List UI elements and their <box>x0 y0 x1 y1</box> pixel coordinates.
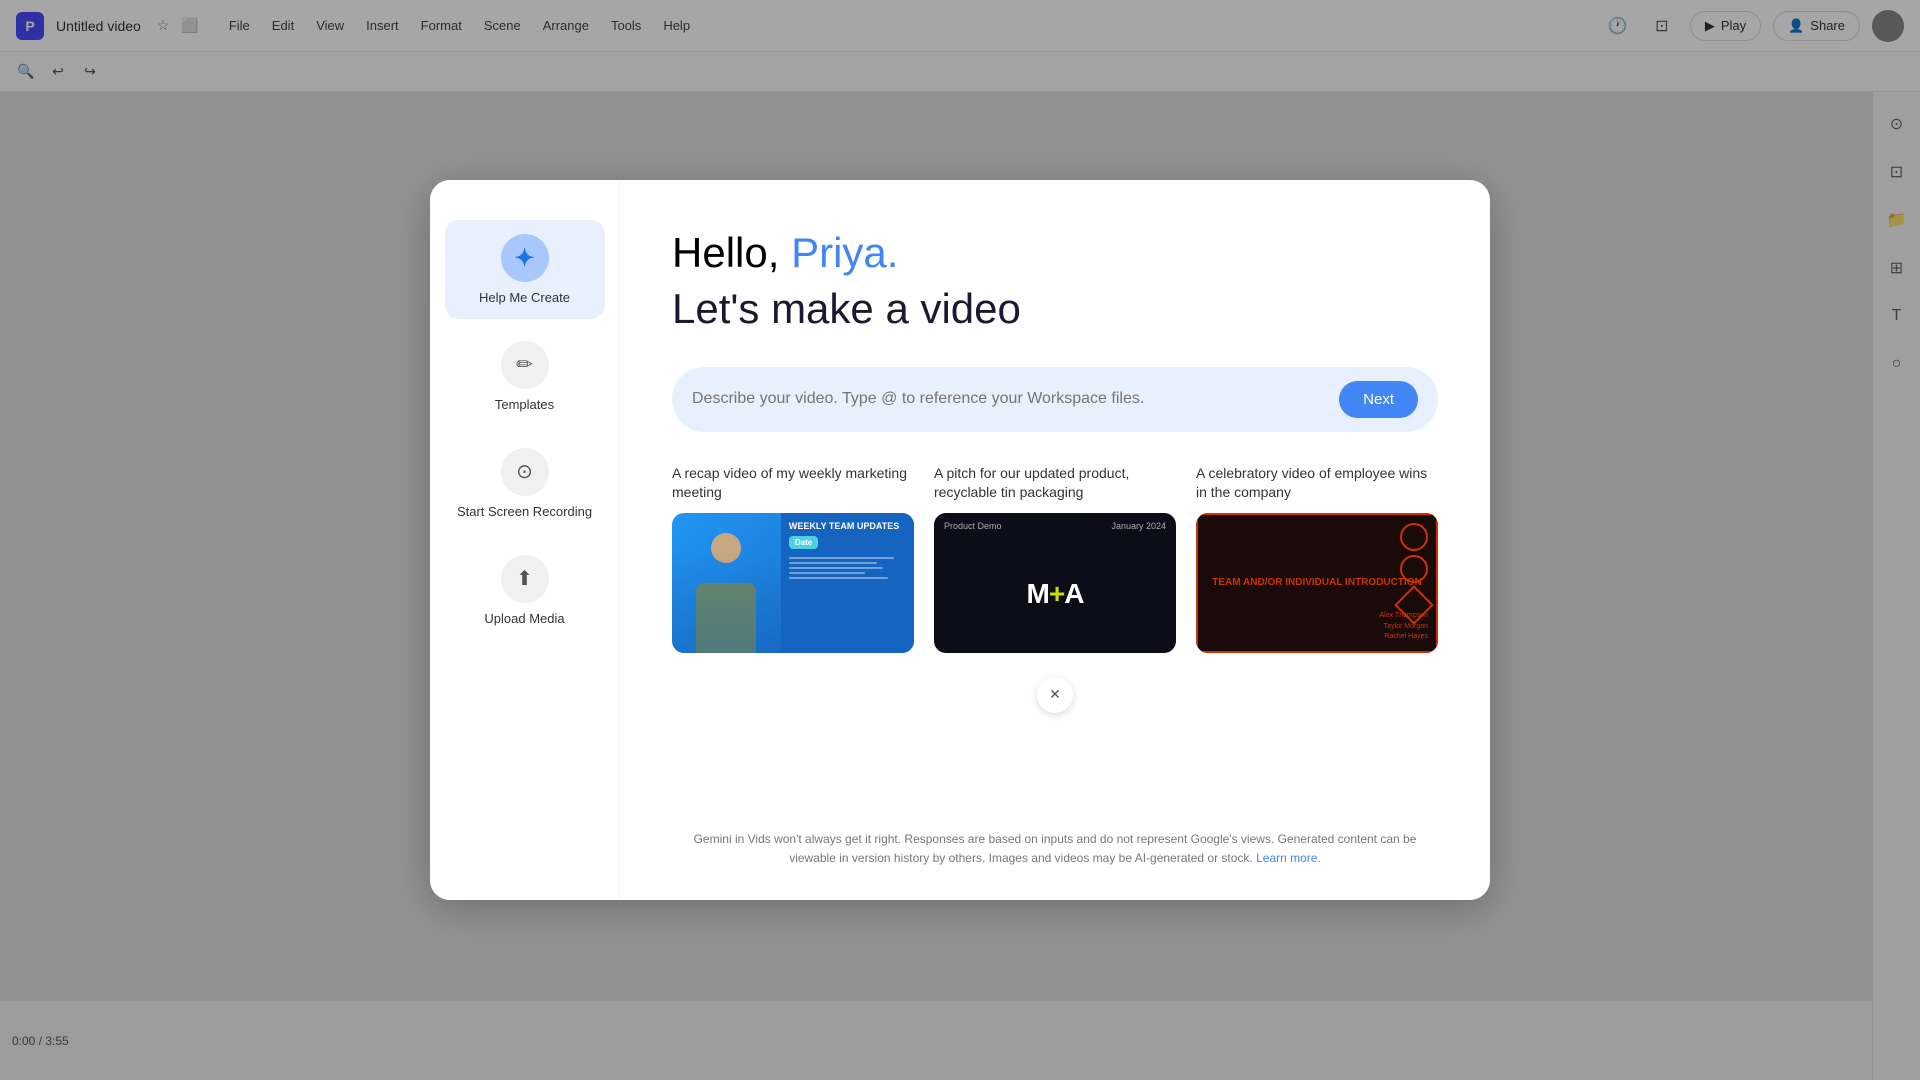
greeting-name: Priya. <box>791 229 898 276</box>
suggestion-card-2-text: A pitch for our updated product, recycla… <box>934 464 1176 503</box>
greeting-hello-text: Hello, <box>672 229 791 276</box>
upload-media-icon: ⬆ <box>501 555 549 603</box>
suggestion-card-2[interactable]: A pitch for our updated product, recycla… <box>934 464 1176 653</box>
card3-circle-1 <box>1400 523 1428 551</box>
help-me-create-label: Help Me Create <box>479 290 570 307</box>
templates-icon: ✏ <box>501 341 549 389</box>
expand-cards-button[interactable]: ✕ <box>1037 677 1073 713</box>
describe-video-input[interactable] <box>692 390 1327 408</box>
suggestion-card-3[interactable]: A celebratory video of employee wins in … <box>1196 464 1438 653</box>
wtu-title: WEEKLY TEAM UPDATES <box>789 521 906 532</box>
suggestion-card-1-thumb: WEEKLY TEAM UPDATES Date <box>672 513 914 653</box>
sidebar-item-help-me-create[interactable]: ✦ Help Me Create <box>445 220 605 319</box>
greeting-hello: Hello, Priya. <box>672 228 1438 278</box>
disclaimer-text: Gemini in Vids won't always get it right… <box>672 830 1438 868</box>
sidebar-item-templates[interactable]: ✏ Templates <box>445 327 605 426</box>
sidebar-item-upload-media[interactable]: ⬆ Upload Media <box>445 541 605 640</box>
card2-header-left: Product Demo <box>944 521 1002 531</box>
learn-more-link[interactable]: Learn more. <box>1256 851 1321 865</box>
help-me-create-icon: ✦ <box>501 234 549 282</box>
screen-recording-icon: ⊙ <box>501 448 549 496</box>
modal-dialog: ✦ Help Me Create ✏ Templates ⊙ Start Scr… <box>430 180 1490 900</box>
suggestion-card-2-thumb: Product Demo January 2024 M+A <box>934 513 1176 653</box>
card3-circles <box>1400 523 1428 623</box>
suggestion-card-1[interactable]: A recap video of my weekly marketing mee… <box>672 464 914 653</box>
next-button[interactable]: Next <box>1339 381 1418 418</box>
describe-input-wrapper: Next <box>672 367 1438 432</box>
expand-icon-wrapper: ✕ <box>672 677 1438 713</box>
card2-body: M+A <box>934 535 1176 653</box>
upload-media-label: Upload Media <box>484 611 564 628</box>
card1-lines <box>789 557 906 579</box>
modal-main-content: Hello, Priya. Let's make a video Next A … <box>620 180 1490 900</box>
suggestion-card-1-text: A recap video of my weekly marketing mee… <box>672 464 914 503</box>
suggestion-cards: A recap video of my weekly marketing mee… <box>672 464 1438 653</box>
modal-overlay: ✦ Help Me Create ✏ Templates ⊙ Start Scr… <box>0 0 1920 1080</box>
suggestion-card-3-thumb: TEAM AND/OR INDIVIDUAL INTRODUCTION Alex… <box>1196 513 1438 653</box>
card2-header-right: January 2024 <box>1111 521 1166 531</box>
sidebar-item-screen-recording[interactable]: ⊙ Start Screen Recording <box>445 434 605 533</box>
ma-logo: M+A <box>1027 578 1084 610</box>
card1-right: WEEKLY TEAM UPDATES Date <box>781 513 914 653</box>
screen-recording-label: Start Screen Recording <box>457 504 592 521</box>
card2-header: Product Demo January 2024 <box>934 513 1176 535</box>
card3-title: TEAM AND/OR INDIVIDUAL INTRODUCTION <box>1212 576 1421 589</box>
card3-names: Alex ThompsonTaylor MorganRachel Hayes <box>1379 611 1428 643</box>
suggestion-section: A recap video of my weekly marketing mee… <box>672 464 1438 806</box>
date-pill: Date <box>789 536 818 549</box>
greeting-subtitle: Let's make a video <box>672 284 1438 334</box>
modal-sidebar: ✦ Help Me Create ✏ Templates ⊙ Start Scr… <box>430 180 620 900</box>
templates-label: Templates <box>495 397 554 414</box>
suggestion-card-3-text: A celebratory video of employee wins in … <box>1196 464 1438 503</box>
card1-left <box>672 513 781 653</box>
